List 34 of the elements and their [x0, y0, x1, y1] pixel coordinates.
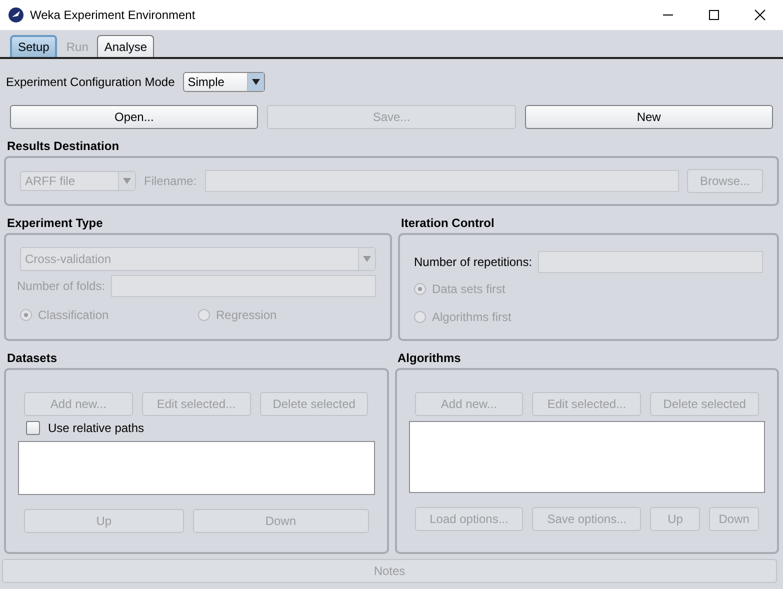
section-title: Experiment Type — [6, 217, 104, 230]
folds-label: Number of folds: — [17, 279, 106, 293]
repetitions-label: Number of repetitions: — [414, 255, 532, 269]
mode-dropdown[interactable]: Simple — [182, 72, 265, 92]
caret-icon — [363, 256, 371, 262]
section-title: Datasets — [6, 352, 58, 365]
radio-button[interactable] — [414, 311, 426, 323]
radio-button[interactable] — [414, 283, 426, 295]
window-title: Weka Experiment Environment — [30, 8, 196, 22]
radio-label: Data sets first — [432, 282, 506, 296]
radio-label: Algorithms first — [432, 310, 512, 324]
bird-logo-icon — [8, 7, 24, 23]
repetitions-field[interactable] — [538, 251, 763, 273]
checkbox-label: Use relative paths — [48, 421, 144, 435]
section-title: Iteration Control — [400, 217, 496, 230]
filename-label: Filename: — [144, 174, 197, 188]
maximize-icon[interactable] — [708, 9, 720, 21]
mode-label: Experiment Configuration Mode — [6, 75, 175, 89]
close-icon[interactable] — [754, 9, 766, 21]
folds-field[interactable] — [111, 275, 376, 297]
section-title: Algorithms — [396, 352, 462, 365]
file-button[interactable]: New — [524, 105, 773, 129]
tab[interactable]: Setup — [10, 35, 58, 57]
algorithms-list[interactable] — [408, 421, 765, 493]
filename-field[interactable] — [204, 170, 679, 192]
checkbox[interactable] — [26, 421, 40, 435]
caret-icon — [123, 178, 131, 184]
radio-label: Classification — [38, 308, 109, 322]
datasets-list[interactable] — [18, 441, 374, 495]
radio-label: Regression — [216, 308, 277, 322]
section-title: Results Destination — [6, 140, 120, 153]
file-button[interactable]: Open... — [10, 105, 258, 129]
tab[interactable]: Analyse — [97, 35, 154, 57]
caret-icon — [252, 79, 260, 85]
